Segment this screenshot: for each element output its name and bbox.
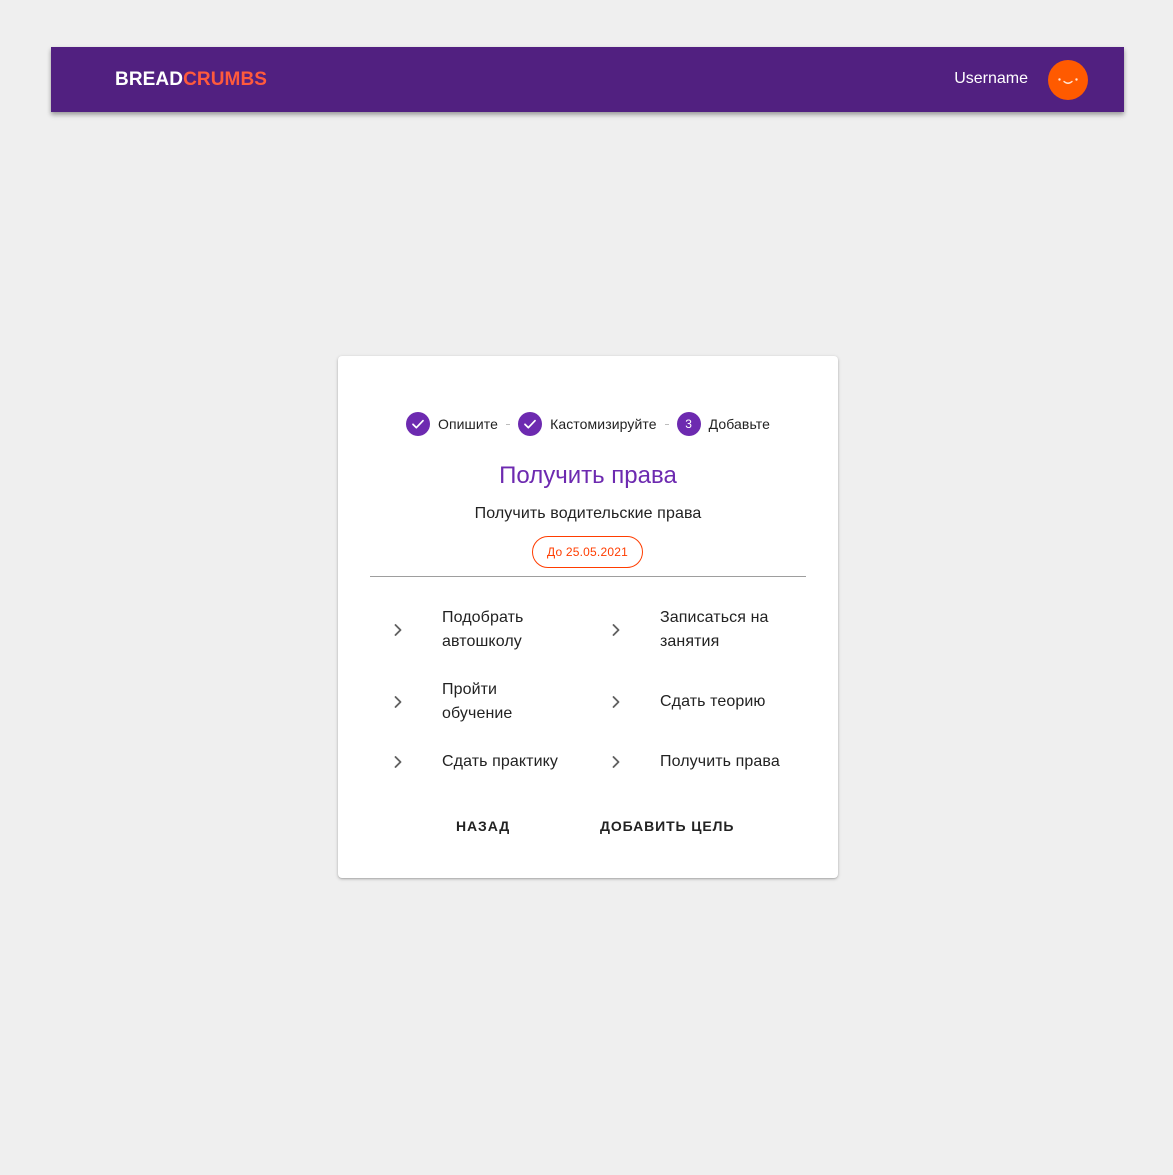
user-avatar[interactable] (1048, 60, 1088, 100)
chevron-right-icon (612, 756, 620, 768)
chevron-right-icon (612, 696, 620, 708)
app-bar: BREADCRUMBS Username (51, 47, 1124, 112)
back-button[interactable]: НАЗАД (456, 812, 510, 840)
goal-card: Опишите Кастомизируйте 3 Добавьте Получи… (338, 356, 838, 878)
goal-description: Получить водительские права (474, 505, 702, 522)
stepper: Опишите Кастомизируйте 3 Добавьте (338, 412, 838, 436)
step-number-badge: 3 (676, 412, 701, 436)
smiley-face-icon (1058, 78, 1078, 84)
goal-title: Получить права (499, 462, 677, 489)
step-label: Кастомизируйте (550, 416, 657, 432)
task-label: Сдать теорию (660, 693, 766, 710)
task-item[interactable]: Получить права (338, 734, 780, 790)
check-icon (405, 412, 430, 436)
step-describe[interactable]: Опишите (405, 412, 499, 436)
step-add[interactable]: 3 Добавьте (676, 412, 771, 436)
step-connector (664, 423, 669, 425)
step-customize[interactable]: Кастомизируйте (518, 412, 657, 436)
step-connector (506, 423, 511, 425)
username-label[interactable]: Username (954, 69, 1028, 89)
deadline-chip: До 25.05.2021 (532, 536, 643, 568)
task-item[interactable]: Сдать теорию (338, 674, 765, 730)
task-label: Получить права (660, 753, 780, 770)
check-icon (518, 412, 543, 436)
task-item[interactable]: Записаться на занятия (338, 602, 768, 658)
app-logo[interactable]: BREADCRUMBS (115, 69, 267, 91)
task-label: Записаться на занятия (660, 609, 769, 650)
chevron-right-icon (612, 624, 620, 636)
add-goal-button[interactable]: ДОБАВИТЬ ЦЕЛЬ (600, 812, 734, 840)
step-label: Добавьте (708, 416, 771, 432)
logo-text-bread: BREAD (115, 69, 184, 90)
step-label: Опишите (437, 416, 499, 432)
logo-text-crumbs: CRUMBS (183, 69, 268, 90)
divider (370, 576, 806, 577)
